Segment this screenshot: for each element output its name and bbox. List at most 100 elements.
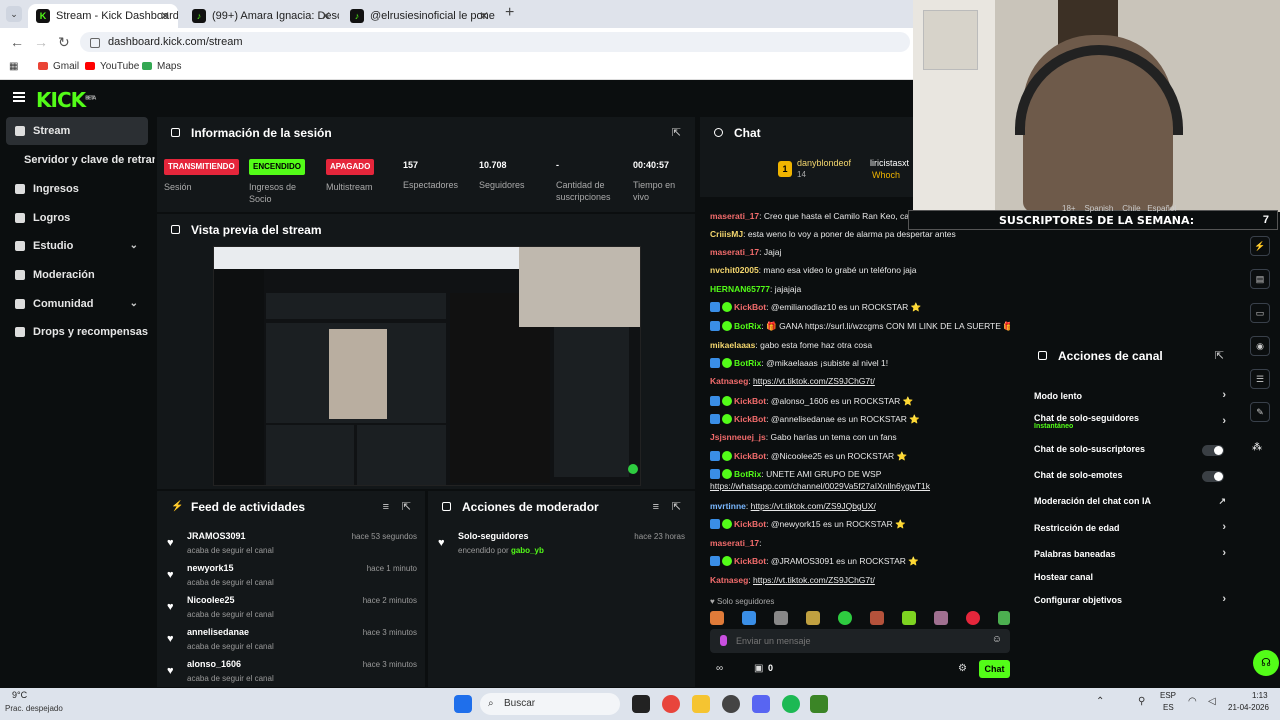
chat-username[interactable]: BotRix <box>734 469 761 479</box>
bookmark-youtube[interactable]: YouTube <box>85 61 139 72</box>
emote-icon[interactable] <box>966 611 980 625</box>
windows-start-icon[interactable] <box>454 695 472 713</box>
mic-tray-icon[interactable]: ⚲ <box>1138 696 1145 707</box>
pinned-user-3[interactable]: Whoch <box>872 170 900 180</box>
steam-icon[interactable] <box>722 695 740 713</box>
clock-time[interactable]: 1:13 <box>1252 691 1268 700</box>
action-emotes-only[interactable]: Chat de solo-emotes <box>1034 470 1230 486</box>
action-host-channel[interactable]: Hostear canal <box>1034 572 1230 588</box>
taskview-icon[interactable] <box>632 695 650 713</box>
emote-icon[interactable] <box>806 611 820 625</box>
action-ai-moderation[interactable]: Moderación del chat con IA ↗ <box>1034 496 1230 512</box>
store-icon[interactable]: ▣ <box>754 663 763 674</box>
chat-username[interactable]: maserati_17 <box>710 247 759 257</box>
emote-icon[interactable] <box>742 611 756 625</box>
url-input[interactable]: dashboard.kick.com/stream <box>80 32 910 52</box>
mic-icon[interactable] <box>720 635 727 646</box>
popout-icon[interactable]: ⇱ <box>672 117 681 149</box>
pinned-user-2[interactable]: liricistasxt <box>870 158 909 168</box>
back-icon[interactable]: ← <box>10 34 24 50</box>
sidebar-item-comunidad[interactable]: Comunidad ⌄ <box>6 290 148 318</box>
send-chat-button[interactable]: Chat <box>979 660 1010 678</box>
forward-icon[interactable]: → <box>34 34 48 50</box>
subs-only-toggle[interactable] <box>1202 445 1224 456</box>
chat-username[interactable]: KickBot <box>734 556 766 566</box>
settings-gear-icon[interactable]: ⚙ <box>958 663 967 674</box>
popout-icon[interactable]: ⇱ <box>672 491 681 523</box>
action-age-restriction[interactable]: Restricción de edad › <box>1034 521 1230 539</box>
taskbar-search[interactable]: ⌕ Buscar <box>480 693 620 715</box>
chat-username[interactable]: KickBot <box>734 302 766 312</box>
apps-grid-icon[interactable]: ▦ <box>9 61 18 72</box>
wrench-icon[interactable]: ✎ <box>1250 402 1270 422</box>
sidebar-item-server-key[interactable]: Servidor y clave de retransmisión <box>6 146 155 174</box>
chat-username[interactable]: maserati_17 <box>710 538 759 548</box>
emote-icon[interactable] <box>870 611 884 625</box>
feed-user[interactable]: JRAMOS3091 <box>187 531 246 541</box>
chrome-icon[interactable] <box>662 695 680 713</box>
feed-user[interactable]: alonso_1606 <box>187 659 241 669</box>
chat-username[interactable]: KickBot <box>734 396 766 406</box>
filter-icon[interactable]: ≡ <box>383 491 389 523</box>
pinned-user[interactable]: danyblondeof <box>797 158 851 168</box>
popout-icon[interactable]: ⇱ <box>402 491 411 523</box>
chat-username[interactable]: KickBot <box>734 519 766 529</box>
bookmark-maps[interactable]: Maps <box>142 61 181 72</box>
emote-icon[interactable] <box>934 611 948 625</box>
explorer-icon[interactable] <box>692 695 710 713</box>
chat-username[interactable]: HERNAN65777 <box>710 284 770 294</box>
chat-username[interactable]: Katnaseg <box>710 376 748 386</box>
chat-message-input[interactable] <box>736 629 981 653</box>
action-followers-only[interactable]: Chat de solo-seguidores Instantáneo › <box>1034 413 1230 435</box>
emoji-icon[interactable]: ☺ <box>992 634 1002 645</box>
broadcast-icon[interactable]: ◉ <box>1250 336 1270 356</box>
chat-username[interactable]: mvrtinne <box>710 501 746 511</box>
spotify-icon[interactable] <box>782 695 800 713</box>
feed-user[interactable]: annelisedanae <box>187 627 249 637</box>
chat-username[interactable]: KickBot <box>734 414 766 424</box>
tab-search-icon[interactable]: ⌄ <box>6 6 22 22</box>
emote-icon[interactable] <box>998 611 1010 625</box>
channel-points-icon[interactable]: ∞ <box>716 663 723 674</box>
list-icon[interactable]: ☰ <box>1250 369 1270 389</box>
chat-username[interactable]: Katnaseg <box>710 575 748 585</box>
new-tab-icon[interactable]: + <box>505 4 514 22</box>
sidebar-item-stream[interactable]: Stream <box>6 117 148 145</box>
tab-kick-dashboard[interactable]: K Stream - Kick Dashboard ✕ <box>28 4 178 28</box>
feed-user[interactable]: Nicoolee25 <box>187 595 235 605</box>
filter-icon[interactable]: ≡ <box>653 491 659 523</box>
close-tab-icon[interactable]: ✕ <box>321 4 331 28</box>
discord-icon[interactable] <box>752 695 770 713</box>
close-tab-icon[interactable]: ✕ <box>160 4 170 28</box>
chat-icon[interactable]: ▭ <box>1250 303 1270 323</box>
tray-chevron-icon[interactable]: ⌃ <box>1096 696 1104 707</box>
bolt-icon[interactable]: ⚡ <box>1250 236 1270 256</box>
chat-username[interactable]: mikaelaaas <box>710 340 755 350</box>
tab-tiktok-2[interactable]: ♪ @elrusiesinoficial le pone wen✕ <box>342 4 497 28</box>
sidebar-item-estudio[interactable]: Estudio ⌄ <box>6 232 148 260</box>
menu-icon[interactable] <box>13 92 25 102</box>
lang-code[interactable]: ESP <box>1160 691 1176 700</box>
action-banned-words[interactable]: Palabras baneadas › <box>1034 547 1230 565</box>
emote-icon[interactable] <box>774 611 788 625</box>
chat-username[interactable]: BotRix <box>734 358 761 368</box>
action-goals[interactable]: Configurar objetivos › <box>1034 593 1230 611</box>
emote-icon[interactable] <box>710 611 724 625</box>
chat-username[interactable]: nvchit02005 <box>710 265 759 275</box>
wifi-icon[interactable]: ◠ <box>1188 696 1197 707</box>
chat-username[interactable]: Jsjsnneuej_js <box>710 432 766 442</box>
bookmark-gmail[interactable]: Gmail <box>38 61 79 72</box>
reload-icon[interactable]: ↻ <box>58 34 70 51</box>
sidebar-item-ingresos[interactable]: Ingresos <box>6 175 148 203</box>
minecraft-icon[interactable] <box>810 695 828 713</box>
document-icon[interactable]: ▤ <box>1250 269 1270 289</box>
kick-logo[interactable]: KICKBETA <box>36 88 96 112</box>
close-tab-icon[interactable]: ✕ <box>479 4 489 28</box>
tab-tiktok-1[interactable]: ♪ (99+) Amara Ignacia: Descubre✕ <box>184 4 339 28</box>
chat-username[interactable]: BotRix <box>734 321 761 331</box>
sidebar-item-logros[interactable]: Logros <box>6 204 148 232</box>
emote-icon[interactable] <box>838 611 852 625</box>
popout-icon[interactable]: ⇱ <box>1215 340 1224 372</box>
sidebar-item-drops[interactable]: Drops y recompensas <box>6 318 148 346</box>
chat-username[interactable]: maserati_17 <box>710 211 759 221</box>
